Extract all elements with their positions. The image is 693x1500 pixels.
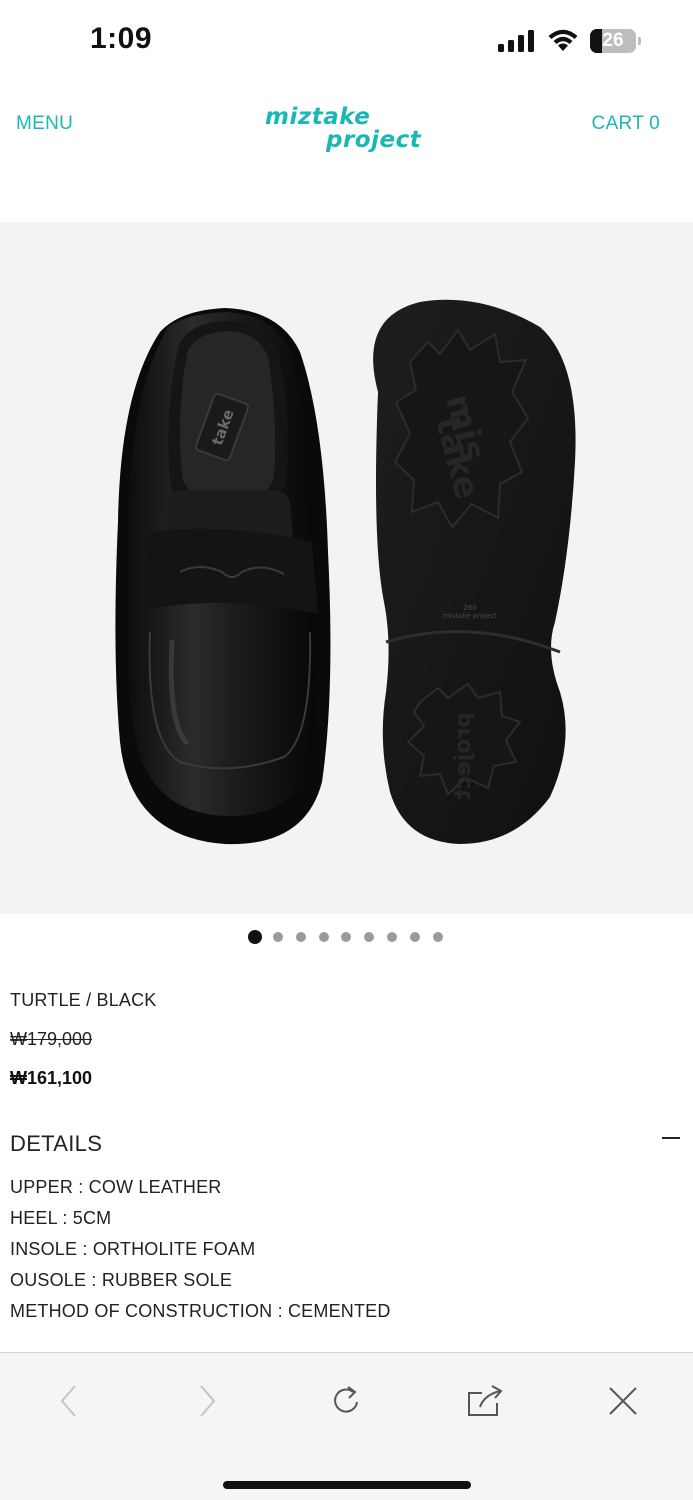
battery-icon: 26 xyxy=(590,29,642,53)
details-heading[interactable]: DETAILS xyxy=(10,1131,102,1157)
carousel-dot[interactable] xyxy=(432,932,443,942)
detail-outsole: OUSOLE : RUBBER SOLE xyxy=(10,1270,233,1290)
brand-logo[interactable]: miztake project xyxy=(262,104,434,154)
status-time: 1:09 xyxy=(90,22,153,55)
carousel-dot[interactable] xyxy=(386,932,397,942)
detail-insole: INSOLE : ORTHOLITE FOAM xyxy=(10,1239,256,1259)
carousel-dot[interactable] xyxy=(248,930,262,944)
original-price: ₩179,000 xyxy=(10,1029,93,1049)
logo-line2: project xyxy=(326,127,422,153)
home-indicator xyxy=(223,1481,471,1489)
browser-toolbar xyxy=(0,1352,693,1500)
battery-level: 26 xyxy=(602,30,624,51)
close-icon xyxy=(609,1387,637,1415)
carousel-dot[interactable] xyxy=(341,932,352,942)
svg-text:260: 260 xyxy=(463,604,476,612)
detail-heel: HEEL : 5CM xyxy=(10,1208,112,1228)
cellular-signal-icon xyxy=(498,30,534,52)
details-list: UPPER : COW LEATHER HEEL : 5CM INSOLE : … xyxy=(10,1176,391,1331)
detail-construction: METHOD OF CONSTRUCTION : CEMENTED xyxy=(10,1301,391,1321)
product-image[interactable]: take mis take 260 mistake project projec… xyxy=(0,222,693,914)
back-icon xyxy=(60,1385,76,1417)
loafer-shoe-image: take mis take 260 mistake project projec… xyxy=(115,299,576,845)
menu-button[interactable]: MENU xyxy=(16,113,73,135)
carousel-dot[interactable] xyxy=(364,932,375,942)
cart-count: 0 xyxy=(649,113,660,134)
carousel-dot[interactable] xyxy=(409,932,420,942)
share-icon xyxy=(468,1385,503,1416)
reload-button[interactable] xyxy=(324,1381,368,1421)
carousel-dots xyxy=(248,929,455,945)
carousel-dot[interactable] xyxy=(273,932,283,942)
product-name: TURTLE / BLACK xyxy=(10,990,157,1010)
cart-button[interactable]: CART 0 xyxy=(592,113,660,135)
site-header: MENU miztake project CART 0 xyxy=(0,80,693,170)
back-button[interactable] xyxy=(47,1381,91,1421)
forward-icon xyxy=(200,1385,216,1417)
reload-icon xyxy=(334,1386,358,1413)
status-bar: 1:09 26 xyxy=(0,0,693,80)
detail-upper: UPPER : COW LEATHER xyxy=(10,1177,222,1197)
sale-price: ₩161,100 xyxy=(10,1068,93,1088)
product-page: 1:09 26 MENU miztake project CART 0 take… xyxy=(0,0,693,1500)
close-button[interactable] xyxy=(601,1381,645,1421)
carousel-dot[interactable] xyxy=(295,932,306,942)
share-button[interactable] xyxy=(462,1381,506,1421)
svg-text:project: project xyxy=(451,712,476,800)
cart-label: CART xyxy=(591,113,645,134)
carousel-dot[interactable] xyxy=(318,932,329,942)
svg-text:mistake project: mistake project xyxy=(443,612,497,620)
wifi-icon xyxy=(548,29,578,51)
collapse-minus-icon[interactable] xyxy=(662,1137,680,1139)
forward-button[interactable] xyxy=(185,1381,229,1421)
